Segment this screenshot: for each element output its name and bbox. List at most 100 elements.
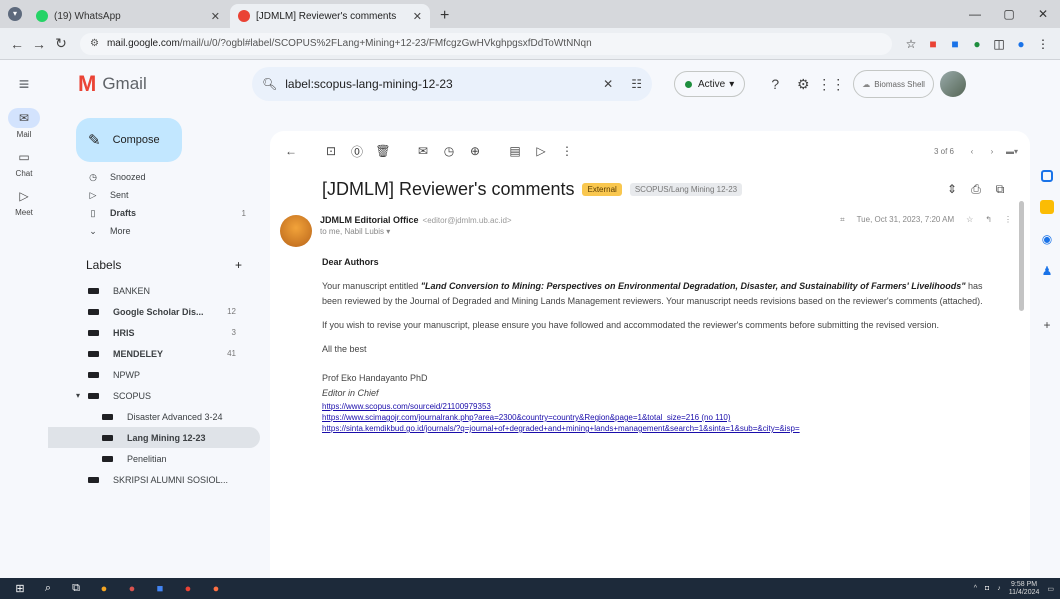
sender-name[interactable]: JDMLM Editorial Office bbox=[320, 215, 419, 225]
new-tab-button[interactable]: + bbox=[432, 4, 457, 28]
chrome-icon[interactable]: ● bbox=[174, 583, 202, 595]
search-input[interactable]: label:scopus-lang-mining-12-23 bbox=[285, 77, 595, 91]
search-bar[interactable]: 🔍︎ label:scopus-lang-mining-12-23 ✕ ☷ bbox=[252, 67, 652, 101]
main-menu-icon[interactable]: ≡ bbox=[0, 74, 48, 95]
label-item[interactable]: NPWP bbox=[48, 364, 260, 385]
close-tab-icon[interactable]: ✕ bbox=[413, 10, 422, 23]
more-options-icon[interactable]: ⋮ bbox=[554, 144, 580, 158]
extensions-puzzle-icon[interactable]: ◫ bbox=[988, 37, 1010, 51]
add-task-icon[interactable]: ⊕ bbox=[462, 144, 488, 158]
scimago-link[interactable]: https://www.scimagojr.com/journalrank.ph… bbox=[322, 412, 1002, 423]
maximize-icon[interactable]: ▢ bbox=[992, 0, 1026, 28]
label-item[interactable]: Google Scholar Dis... 12 bbox=[48, 301, 260, 322]
recipients-text: to me, Nabil Lubis bbox=[320, 227, 385, 236]
snooze-icon[interactable]: ◷ bbox=[436, 144, 462, 158]
settings-icon[interactable]: ⚙ bbox=[789, 76, 817, 93]
app-icon[interactable]: ● bbox=[118, 583, 146, 595]
label-item[interactable]: Disaster Advanced 3-24 bbox=[48, 406, 260, 427]
mark-unread-icon[interactable]: ✉ bbox=[410, 144, 436, 158]
label-item[interactable]: HRIS 3 bbox=[48, 322, 260, 343]
label-item[interactable]: ▾ SCOPUS bbox=[48, 385, 260, 406]
close-tab-icon[interactable]: ✕ bbox=[211, 10, 220, 23]
back-to-list-icon[interactable]: ← bbox=[278, 144, 304, 158]
star-icon[interactable]: ☆ bbox=[966, 215, 973, 224]
help-icon[interactable]: ? bbox=[761, 76, 789, 93]
account-chip[interactable]: ☁ Biomass Shell bbox=[853, 70, 934, 98]
expand-icon[interactable]: ⇕ bbox=[940, 182, 964, 197]
message-more-icon[interactable]: ⋮ bbox=[1004, 215, 1012, 224]
forward-icon[interactable]: → bbox=[28, 36, 50, 52]
label-item[interactable]: MENDELEY 41 bbox=[48, 343, 260, 364]
search-icon[interactable]: 🔍︎ bbox=[262, 77, 277, 91]
extension-icon[interactable]: ● bbox=[966, 37, 988, 51]
clock[interactable]: 9:58 PM 11/4/2024 bbox=[1009, 581, 1040, 597]
url-input[interactable]: ⚙ mail.google.com /mail/u/0/?ogbl#label/… bbox=[80, 32, 892, 55]
label-item[interactable]: Penelitian bbox=[48, 448, 260, 469]
avatar[interactable] bbox=[939, 71, 966, 97]
scopus-link[interactable]: https://www.scopus.com/sourceid/21100979… bbox=[322, 401, 1002, 412]
sidebar-item-sent[interactable]: ▷ Sent bbox=[48, 186, 270, 204]
tasks-icon[interactable]: ◉ bbox=[1040, 232, 1054, 246]
sender-avatar[interactable] bbox=[280, 215, 312, 247]
keep-icon[interactable] bbox=[1040, 200, 1054, 214]
input-tools-icon[interactable]: ▬▾ bbox=[1002, 147, 1022, 156]
label-icon[interactable]: ▷ bbox=[528, 144, 554, 158]
app-icon[interactable]: ■ bbox=[146, 583, 174, 595]
browser-menu-icon[interactable]: ⋮ bbox=[1032, 37, 1054, 51]
gmail-logo[interactable]: M Gmail bbox=[48, 71, 228, 97]
taskbar-search-icon[interactable]: ⌕ bbox=[34, 582, 62, 595]
reply-icon[interactable]: ↰ bbox=[985, 215, 992, 224]
search-options-icon[interactable]: ☷ bbox=[631, 77, 642, 91]
start-icon[interactable]: ⊞ bbox=[6, 582, 34, 595]
contacts-icon[interactable]: ♟ bbox=[1040, 264, 1054, 278]
extension-icon[interactable]: ■ bbox=[922, 37, 944, 51]
open-new-window-icon[interactable]: ⧉ bbox=[988, 182, 1012, 197]
browser-tab-gmail[interactable]: [JDMLM] Reviewer's comments ✕ bbox=[230, 4, 430, 28]
close-window-icon[interactable]: ✕ bbox=[1026, 0, 1060, 28]
newer-icon[interactable]: ‹ bbox=[962, 147, 982, 156]
status-dropdown[interactable]: Active ▾ bbox=[674, 71, 746, 97]
label-item-selected[interactable]: Lang Mining 12-23 bbox=[48, 427, 260, 448]
expand-caret-icon[interactable]: ▾ bbox=[76, 391, 86, 400]
tab-search-icon[interactable]: ▾ bbox=[8, 7, 22, 21]
app-icon[interactable]: ● bbox=[90, 583, 118, 595]
notification-icon[interactable]: ▭ bbox=[1047, 585, 1054, 593]
sidebar-item-drafts[interactable]: ▯ Drafts 1 bbox=[48, 204, 270, 222]
sidebar-item-more[interactable]: ⌄ More bbox=[48, 222, 270, 240]
back-icon[interactable]: ← bbox=[6, 36, 28, 52]
extension-icon[interactable]: ■ bbox=[944, 37, 966, 51]
scrollbar[interactable] bbox=[1019, 201, 1024, 311]
task-view-icon[interactable]: ⧉ bbox=[62, 582, 90, 595]
calendar-icon[interactable] bbox=[1041, 170, 1053, 182]
compose-button[interactable]: ✎ Compose bbox=[76, 118, 182, 162]
label-item[interactable]: BANKEN bbox=[48, 280, 260, 301]
clear-search-icon[interactable]: ✕ bbox=[603, 77, 613, 91]
profile-icon[interactable]: ● bbox=[1010, 37, 1032, 51]
browser-tab-whatsapp[interactable]: (19) WhatsApp ✕ bbox=[28, 4, 228, 28]
print-icon[interactable]: ⎙ bbox=[964, 182, 988, 197]
tray-chevron-icon[interactable]: ^ bbox=[974, 585, 977, 592]
rail-item-mail[interactable]: ✉ Mail bbox=[0, 108, 48, 139]
older-icon[interactable]: › bbox=[982, 147, 1002, 156]
bookmark-star-icon[interactable]: ☆ bbox=[900, 37, 922, 51]
volume-icon[interactable]: ♪ bbox=[997, 585, 1001, 592]
sinta-link[interactable]: https://sinta.kemdikbud.go.id/journals/?… bbox=[322, 423, 1002, 434]
get-addons-icon[interactable]: + bbox=[1040, 318, 1054, 332]
minimize-icon[interactable]: — bbox=[958, 0, 992, 28]
label-chip[interactable]: SCOPUS/Lang Mining 12-23 bbox=[629, 182, 743, 196]
delete-icon[interactable]: 🗑︎ bbox=[370, 144, 396, 158]
reload-icon[interactable]: ↻ bbox=[50, 35, 72, 52]
report-spam-icon[interactable]: ⓪ bbox=[344, 143, 370, 160]
app-icon[interactable]: ● bbox=[202, 583, 230, 595]
add-label-icon[interactable]: + bbox=[235, 258, 242, 272]
rail-item-meet[interactable]: ▷ Meet bbox=[0, 186, 48, 217]
site-info-icon[interactable]: ⚙ bbox=[90, 38, 99, 49]
sidebar-item-snoozed[interactable]: ◷ Snoozed bbox=[48, 168, 270, 186]
archive-icon[interactable]: ⊡ bbox=[318, 144, 344, 158]
label-item[interactable]: SKRIPSI ALUMNI SOSIOL... bbox=[48, 469, 260, 490]
network-icon[interactable]: ◘ bbox=[985, 585, 989, 592]
rail-item-chat[interactable]: ▭ Chat bbox=[0, 147, 48, 178]
apps-grid-icon[interactable]: ⋮⋮ bbox=[817, 76, 845, 93]
move-to-icon[interactable]: ▤ bbox=[502, 144, 528, 158]
recipients[interactable]: to me, Nabil Lubis ▾ bbox=[320, 227, 828, 236]
